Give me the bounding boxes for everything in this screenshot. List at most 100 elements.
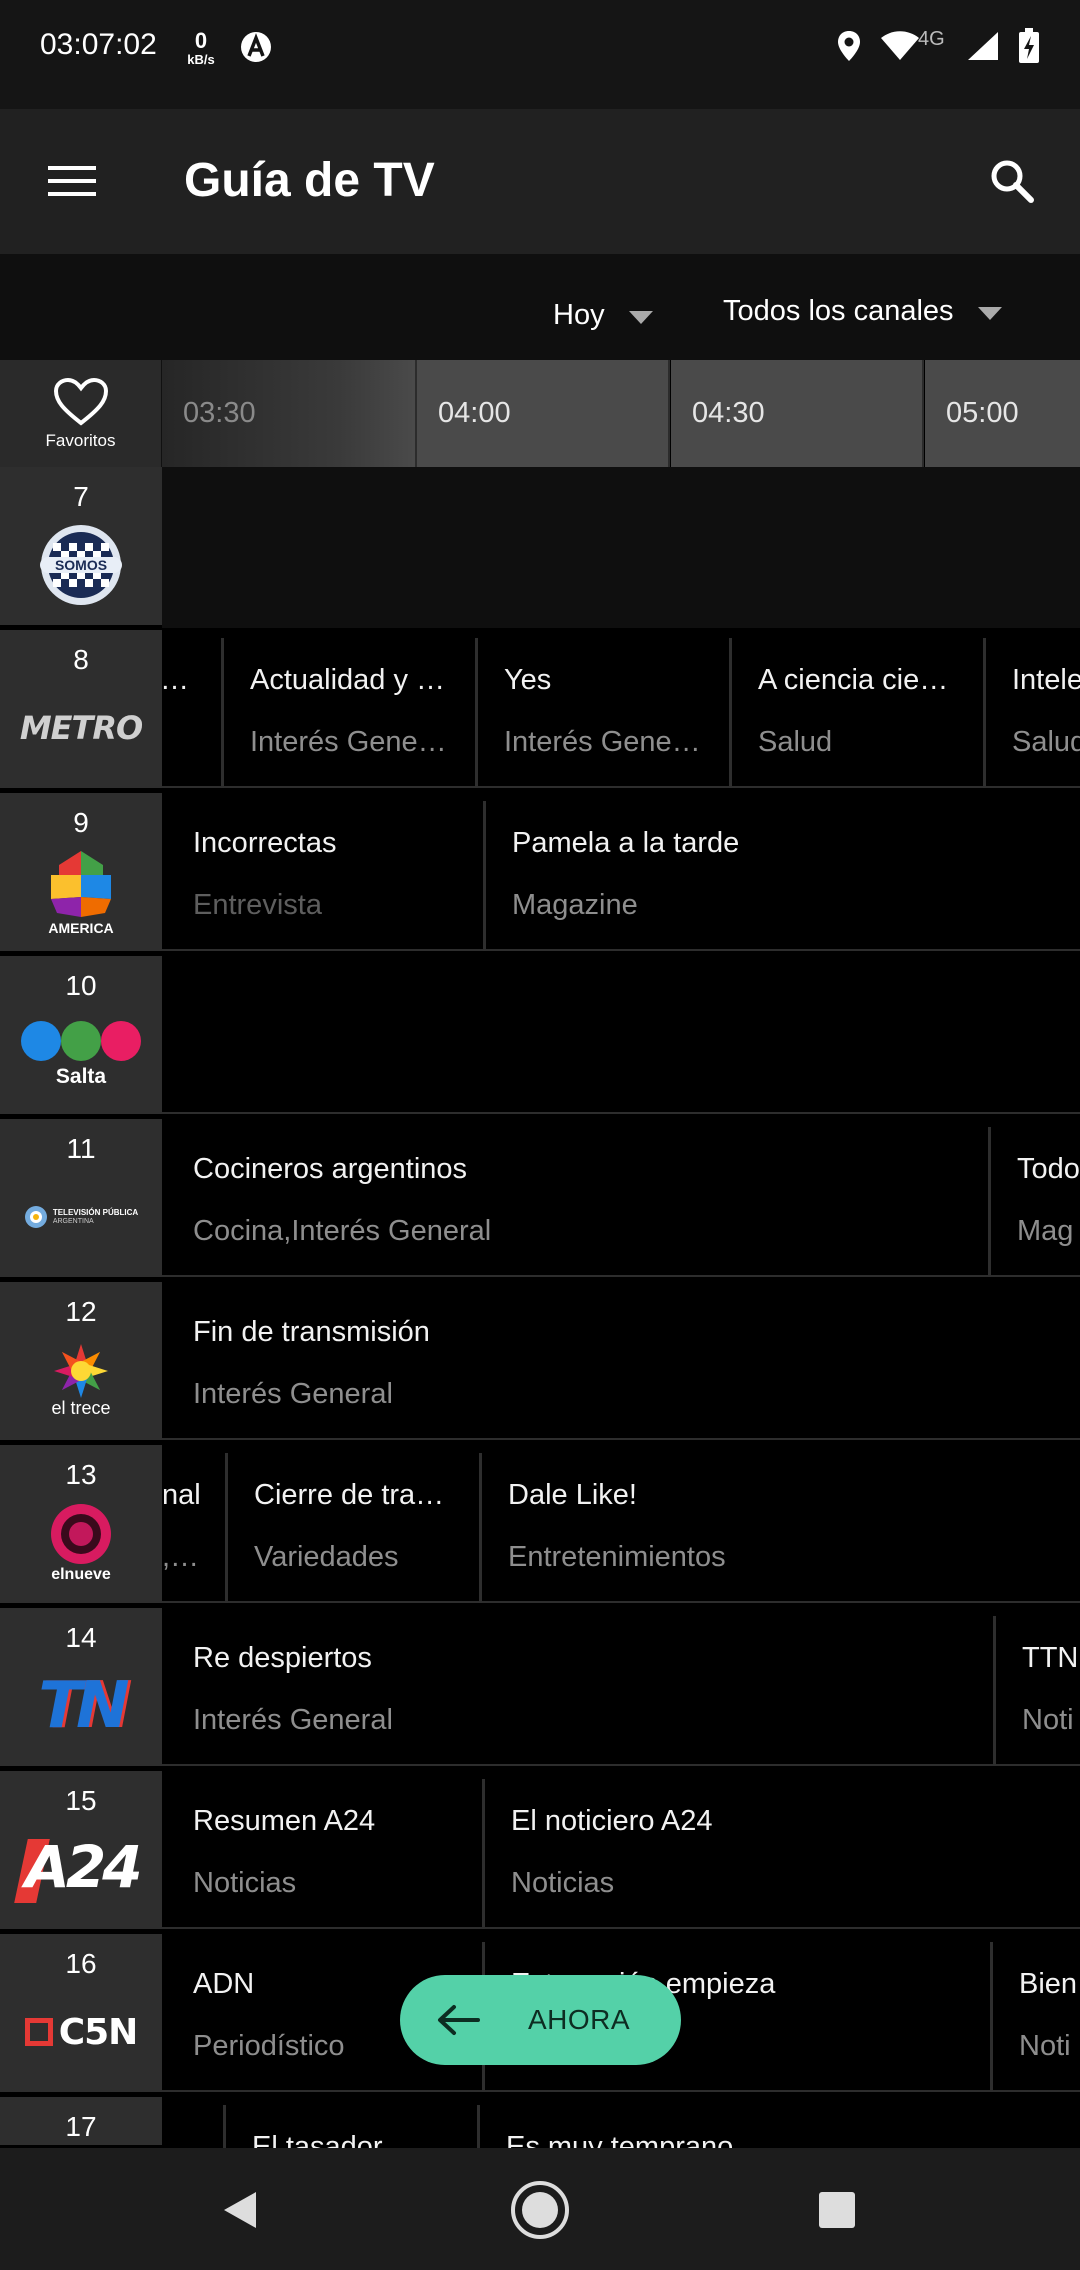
hamburger-menu-icon [48,166,96,196]
c5n-logo: C5N [11,1982,151,2082]
channel-number: 14 [65,1622,97,1653]
channel-row: El tasador Es muy temprano 17 [0,2097,1080,2148]
channel-cell[interactable]: 11 TELEVISIÓN PÚBLICA ARGENTINA [0,1119,162,1280]
recents-button[interactable] [797,2170,877,2250]
program-item[interactable]: Es muy temprano [477,2105,1080,2148]
channel-number: 9 [73,807,89,838]
system-navigation-bar [0,2148,1080,2270]
time-slot: 03:30 [162,360,417,467]
program-item[interactable]: TTN Noti [993,1616,1080,1766]
channel-cell[interactable]: 14 TN [0,1608,162,1769]
metro-logo: METRO [19,709,143,747]
america-logo: AMERICA [11,841,151,941]
program-strip: El tasador Es muy temprano [162,2097,1080,2148]
channel-cell[interactable]: 9 AMERICA [0,793,162,954]
channel-number: 10 [65,970,97,1001]
back-button[interactable] [200,2170,280,2250]
now-button[interactable]: AHORA [400,1975,681,2065]
channel-cell[interactable]: 15 A24 [0,1771,162,1932]
dropdown-arrow-icon [628,310,653,324]
accessibility-a-icon [241,32,271,62]
home-button[interactable] [500,2170,580,2250]
program-item[interactable] [162,2105,223,2148]
time-header: 03:30 04:00 04:30 05:00 Favoritos [0,360,1080,467]
channel-row: Resumen A24 Noticias El noticiero A24 No… [0,1771,1080,1932]
television-publica-logo: TELEVISIÓN PÚBLICA ARGENTINA [11,1167,151,1267]
program-item[interactable]: El noticiero A24 Noticias [482,1779,1080,1929]
dropdown-arrow-icon [977,306,1002,320]
canal10-salta-logo: Salta [11,1004,151,1104]
page-title: Guía de TV [184,154,435,207]
program-item[interactable]: El tasador [223,2105,477,2148]
program-strip: … Actualidad y … Interés Gene… Yes Inter… [162,630,1080,791]
channel-filter-selector[interactable]: Todos los canales [723,258,1002,364]
program-strip: nal ,… Cierre de tra… Variedades Dale Li… [162,1445,1080,1606]
program-item[interactable]: Dale Like! Entretenimientos [479,1453,1080,1603]
time-slot: 04:00 [417,360,670,467]
program-item[interactable]: … [162,638,221,788]
channel-number: 8 [73,644,89,675]
program-item[interactable]: nal ,… [162,1453,225,1603]
day-selector-label: Hoy [553,298,605,331]
now-button-label: AHORA [528,2004,631,2035]
channel-row: 10 Salta [0,956,1080,1117]
battery-charging-icon [1019,28,1039,63]
channel-row: Cocineros argentinos Cocina,Interés Gene… [0,1119,1080,1280]
program-strip: Fin de transmisión Interés General [162,1282,1080,1443]
status-time: 03:07:02 [40,28,157,61]
channel-number: 11 [66,1133,96,1164]
channel-number: 15 [65,1785,97,1816]
program-item[interactable]: Incorrectas Entrevista [162,801,483,951]
program-item[interactable]: Cierre de tra… Variedades [225,1453,479,1603]
program-strip: Resumen A24 Noticias El noticiero A24 No… [162,1771,1080,1932]
heart-icon [53,377,108,426]
program-item[interactable]: Re despiertos Interés General [162,1616,993,1766]
cellular-signal-icon [968,32,998,60]
svg-text:AMERICA: AMERICA [48,920,113,936]
program-item[interactable]: Fin de transmisión Interés General [162,1290,1080,1440]
network-speed: 0 kB/s [184,28,218,67]
channel-row: Incorrectas Entrevista Pamela a la tarde… [0,793,1080,954]
back-triangle-icon [224,2192,256,2228]
channel-row: Fin de transmisión Interés General 12 el… [0,1282,1080,1443]
program-strip: Re despiertos Interés General TTN Noti [162,1608,1080,1769]
status-icons [836,24,1040,68]
status-bar: 03:07:02 0 kB/s 4G [0,0,1080,109]
program-strip [162,467,1080,628]
program-item[interactable]: Pamela a la tarde Magazine [483,801,1080,951]
favorites-button[interactable]: Favoritos [0,360,162,467]
channel-number: 7 [73,481,89,512]
arrow-left-icon [438,2005,480,2035]
channel-row: … Actualidad y … Interés Gene… Yes Inter… [0,630,1080,791]
day-selector[interactable]: Hoy [553,262,653,368]
program-item[interactable]: Todo Mag [988,1127,1080,1277]
program-item[interactable]: Yes Interés Gene… [475,638,729,788]
channel-cell[interactable]: 10 Salta [0,956,162,1117]
time-slot: 05:00 [925,360,1080,467]
program-item[interactable]: Intele Salud [983,638,1080,788]
home-circle-icon [511,2181,569,2239]
a24-logo: A24 [11,1819,151,1919]
network-speed-value: 0 [194,28,208,53]
search-button[interactable] [980,149,1044,213]
channel-number: 16 [65,1948,97,1979]
filter-bar: Hoy Todos los canales [0,254,1080,360]
channel-number: 13 [65,1459,97,1490]
channel-cell[interactable]: 16 C5N [0,1934,162,2095]
channel-cell[interactable]: 17 [0,2097,162,2148]
program-item[interactable]: A ciencia cie… Salud [729,638,983,788]
somos-logo: SOMOS [11,515,151,615]
channel-cell[interactable]: 12 el trece [0,1282,162,1443]
program-item[interactable]: Resumen A24 Noticias [162,1779,482,1929]
tn-logo: TN [38,1669,129,1743]
channel-cell[interactable]: 7 SOMOS [0,467,162,628]
channel-filter-label: Todos los canales [723,294,954,327]
menu-button[interactable] [30,149,114,213]
channel-cell[interactable]: 8 METRO [0,630,162,791]
network-speed-unit: kB/s [187,52,215,67]
channel-row: nal ,… Cierre de tra… Variedades Dale Li… [0,1445,1080,1606]
program-item[interactable]: Actualidad y … Interés Gene… [221,638,475,788]
channel-cell[interactable]: 13 elnueve [0,1445,162,1606]
program-item[interactable]: Cocineros argentinos Cocina,Interés Gene… [162,1127,988,1277]
program-item[interactable]: Bien Noti [990,1942,1080,2092]
